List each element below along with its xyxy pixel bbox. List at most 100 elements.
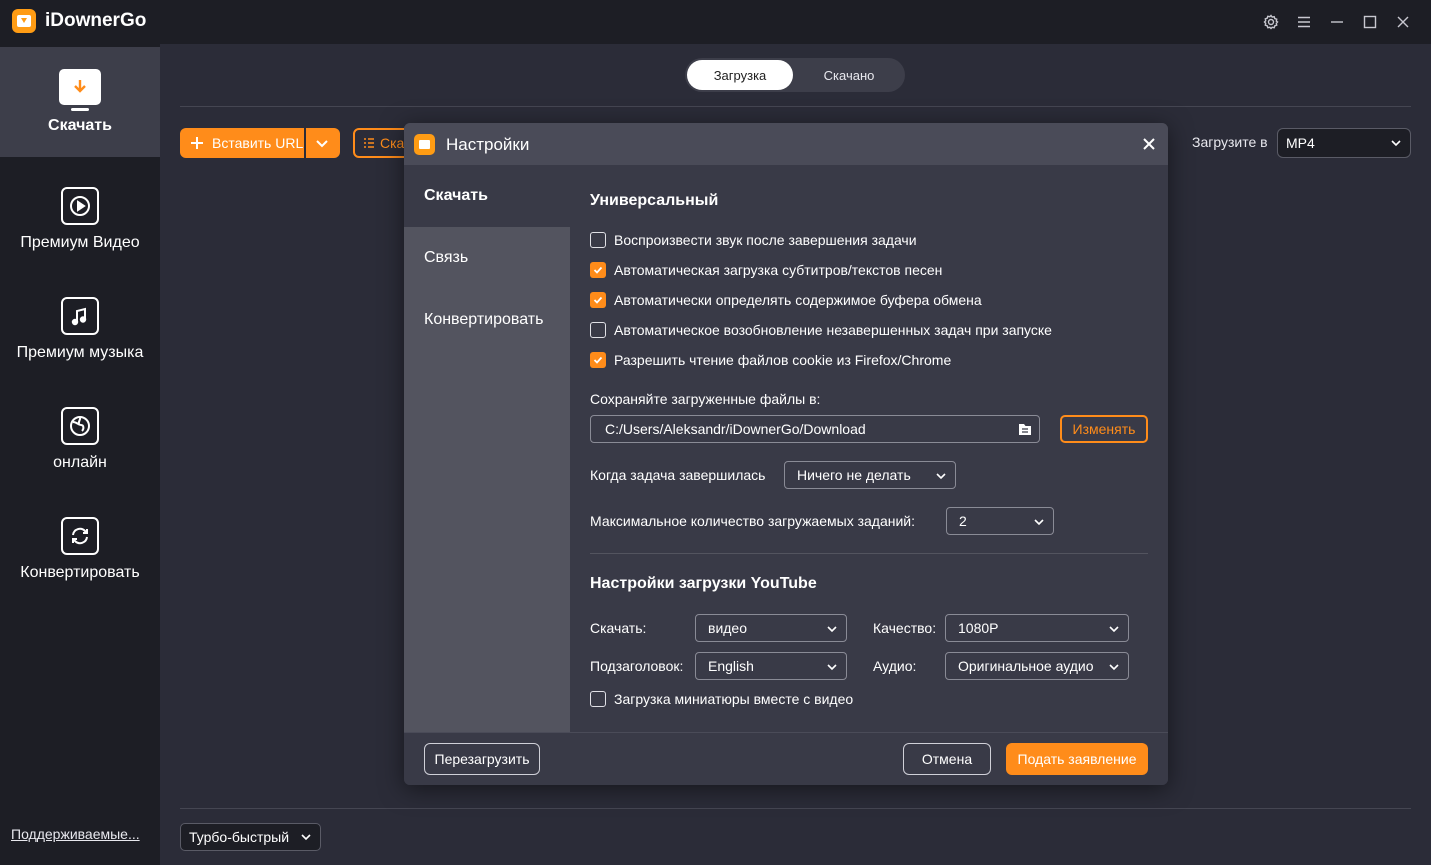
plus-icon (191, 137, 203, 149)
chevron-down-icon (1391, 140, 1401, 147)
max-tasks-value: 2 (959, 513, 967, 529)
cancel-button[interactable]: Отмена (903, 743, 991, 775)
checkbox-checked[interactable] (590, 262, 606, 278)
chevron-down-icon (316, 140, 328, 148)
option-label: Загрузка миниатюры вместе с видео (614, 691, 854, 707)
checkmark-icon (593, 266, 603, 274)
divider (180, 808, 1411, 809)
option-auto-resume[interactable]: Автоматическое возобновление незавершенн… (590, 322, 1052, 338)
sidebar-item-convert[interactable]: Конвертировать (0, 494, 160, 604)
speed-select[interactable]: Турбо-быстрый (180, 823, 321, 851)
sidebar-item-premium-video[interactable]: Премиум Видео (0, 164, 160, 274)
yt-download-value: видео (708, 620, 747, 636)
max-tasks-select[interactable]: 2 (946, 507, 1054, 535)
yt-download-label: Скачать: (590, 620, 647, 636)
sidebar-item-label: Премиум музыка (16, 343, 144, 361)
checkbox-checked[interactable] (590, 352, 606, 368)
menu-icon[interactable] (1292, 10, 1316, 34)
minimize-icon[interactable] (1325, 10, 1349, 34)
option-label: Автоматическое возобновление незавершенн… (614, 322, 1052, 338)
tab-downloaded[interactable]: Скачано (795, 60, 903, 90)
settings-gear-icon[interactable] (1259, 10, 1283, 34)
option-auto-subtitles[interactable]: Автоматическая загрузка субтитров/тексто… (590, 262, 942, 278)
sidebar-item-label: онлайн (53, 453, 107, 471)
play-video-icon (61, 186, 99, 225)
format-label: Загрузите в (1192, 134, 1268, 150)
sidebar-item-premium-music[interactable]: Премиум музыка (0, 274, 160, 384)
sidebar-item-download[interactable]: Скачать (0, 47, 160, 157)
maximize-icon[interactable] (1358, 10, 1382, 34)
yt-subtitle-select[interactable]: English (695, 652, 847, 680)
reset-button[interactable]: Перезагрузить (424, 743, 540, 775)
list-icon (364, 138, 374, 148)
on-complete-select[interactable]: Ничего не делать (784, 461, 956, 489)
paste-url-button[interactable]: Вставить URL (180, 128, 340, 158)
checkmark-icon (593, 296, 603, 304)
option-label: Разрешить чтение файлов cookie из Firefo… (614, 352, 952, 368)
yt-quality-value: 1080P (958, 620, 999, 636)
option-play-sound[interactable]: Воспроизвести звук после завершения зада… (590, 232, 917, 248)
speed-value: Турбо-быстрый (189, 829, 290, 845)
chevron-down-icon (1034, 519, 1044, 526)
app-title: iDownerGo (45, 10, 147, 31)
settings-nav-convert[interactable]: Конвертировать (404, 289, 570, 351)
app-logo-icon (414, 134, 435, 155)
chevron-down-icon (1109, 664, 1119, 671)
yt-download-select[interactable]: видео (695, 614, 847, 642)
option-label: Воспроизвести звук после завершения зада… (614, 232, 917, 248)
max-tasks-label: Максимальное количество загружаемых зада… (590, 513, 916, 529)
sidebar-item-label: Скачать (48, 117, 112, 134)
music-note-icon (61, 296, 99, 335)
app-logo-icon (12, 9, 36, 33)
supported-sites-link[interactable]: Поддерживаемые... (11, 826, 140, 842)
chevron-down-icon (827, 626, 837, 633)
section-divider (590, 553, 1148, 554)
chevron-down-icon (936, 473, 946, 480)
general-section-title: Универсальный (590, 192, 719, 209)
sidebar-item-label: Премиум Видео (20, 233, 140, 251)
on-complete-label: Когда задача завершилась (590, 467, 766, 483)
youtube-section-title: Настройки загрузки YouTube (590, 575, 817, 592)
paste-url-label: Вставить URL (212, 135, 304, 151)
convert-arrows-icon (61, 516, 99, 555)
sidebar-item-label: Конвертировать (20, 563, 140, 581)
option-thumbnail[interactable]: Загрузка миниатюры вместе с видео (590, 691, 853, 707)
format-value: MP4 (1286, 135, 1315, 151)
yt-audio-select[interactable]: Оригинальное аудио (945, 652, 1129, 680)
settings-nav-download[interactable]: Скачать (404, 165, 570, 227)
chevron-down-icon (827, 664, 837, 671)
download-icon (59, 69, 101, 111)
batch-download-label: Ска (380, 135, 405, 151)
on-complete-value: Ничего не делать (797, 467, 911, 483)
checkbox[interactable] (590, 691, 606, 707)
title-bar (0, 0, 1431, 44)
option-clipboard-detect[interactable]: Автоматически определять содержимое буфе… (590, 292, 982, 308)
save-path-field[interactable]: C:/Users/Aleksandr/iDownerGo/Download (590, 415, 1040, 443)
sidebar-item-online[interactable]: онлайн (0, 384, 160, 494)
option-label: Автоматически определять содержимое буфе… (614, 292, 982, 308)
settings-nav-connection[interactable]: Связь (404, 227, 570, 289)
yt-audio-label: Аудио: (873, 658, 917, 674)
chevron-down-icon (301, 834, 311, 841)
settings-dialog: Настройки Скачать Связь Конвертировать У… (404, 123, 1168, 785)
dialog-title: Настройки (446, 135, 530, 154)
close-icon[interactable] (1142, 137, 1156, 151)
close-window-icon[interactable] (1391, 10, 1415, 34)
yt-quality-select[interactable]: 1080P (945, 614, 1129, 642)
checkbox[interactable] (590, 322, 606, 338)
option-label: Автоматическая загрузка субтитров/тексто… (614, 262, 943, 278)
yt-subtitle-value: English (708, 658, 754, 674)
checkmark-icon (593, 356, 603, 364)
folder-icon (1019, 424, 1031, 435)
divider (180, 106, 1411, 107)
tab-download[interactable]: Загрузка (687, 60, 793, 90)
option-read-cookies[interactable]: Разрешить чтение файлов cookie из Firefo… (590, 352, 951, 368)
change-folder-button[interactable]: Изменять (1060, 415, 1148, 443)
yt-quality-label: Качество: (873, 620, 937, 636)
yt-subtitle-label: Подзаголовок: (590, 658, 684, 674)
apply-button[interactable]: Подать заявление (1006, 743, 1148, 775)
format-select[interactable]: MP4 (1277, 128, 1411, 158)
checkbox-checked[interactable] (590, 292, 606, 308)
checkbox[interactable] (590, 232, 606, 248)
chevron-down-icon (1109, 626, 1119, 633)
